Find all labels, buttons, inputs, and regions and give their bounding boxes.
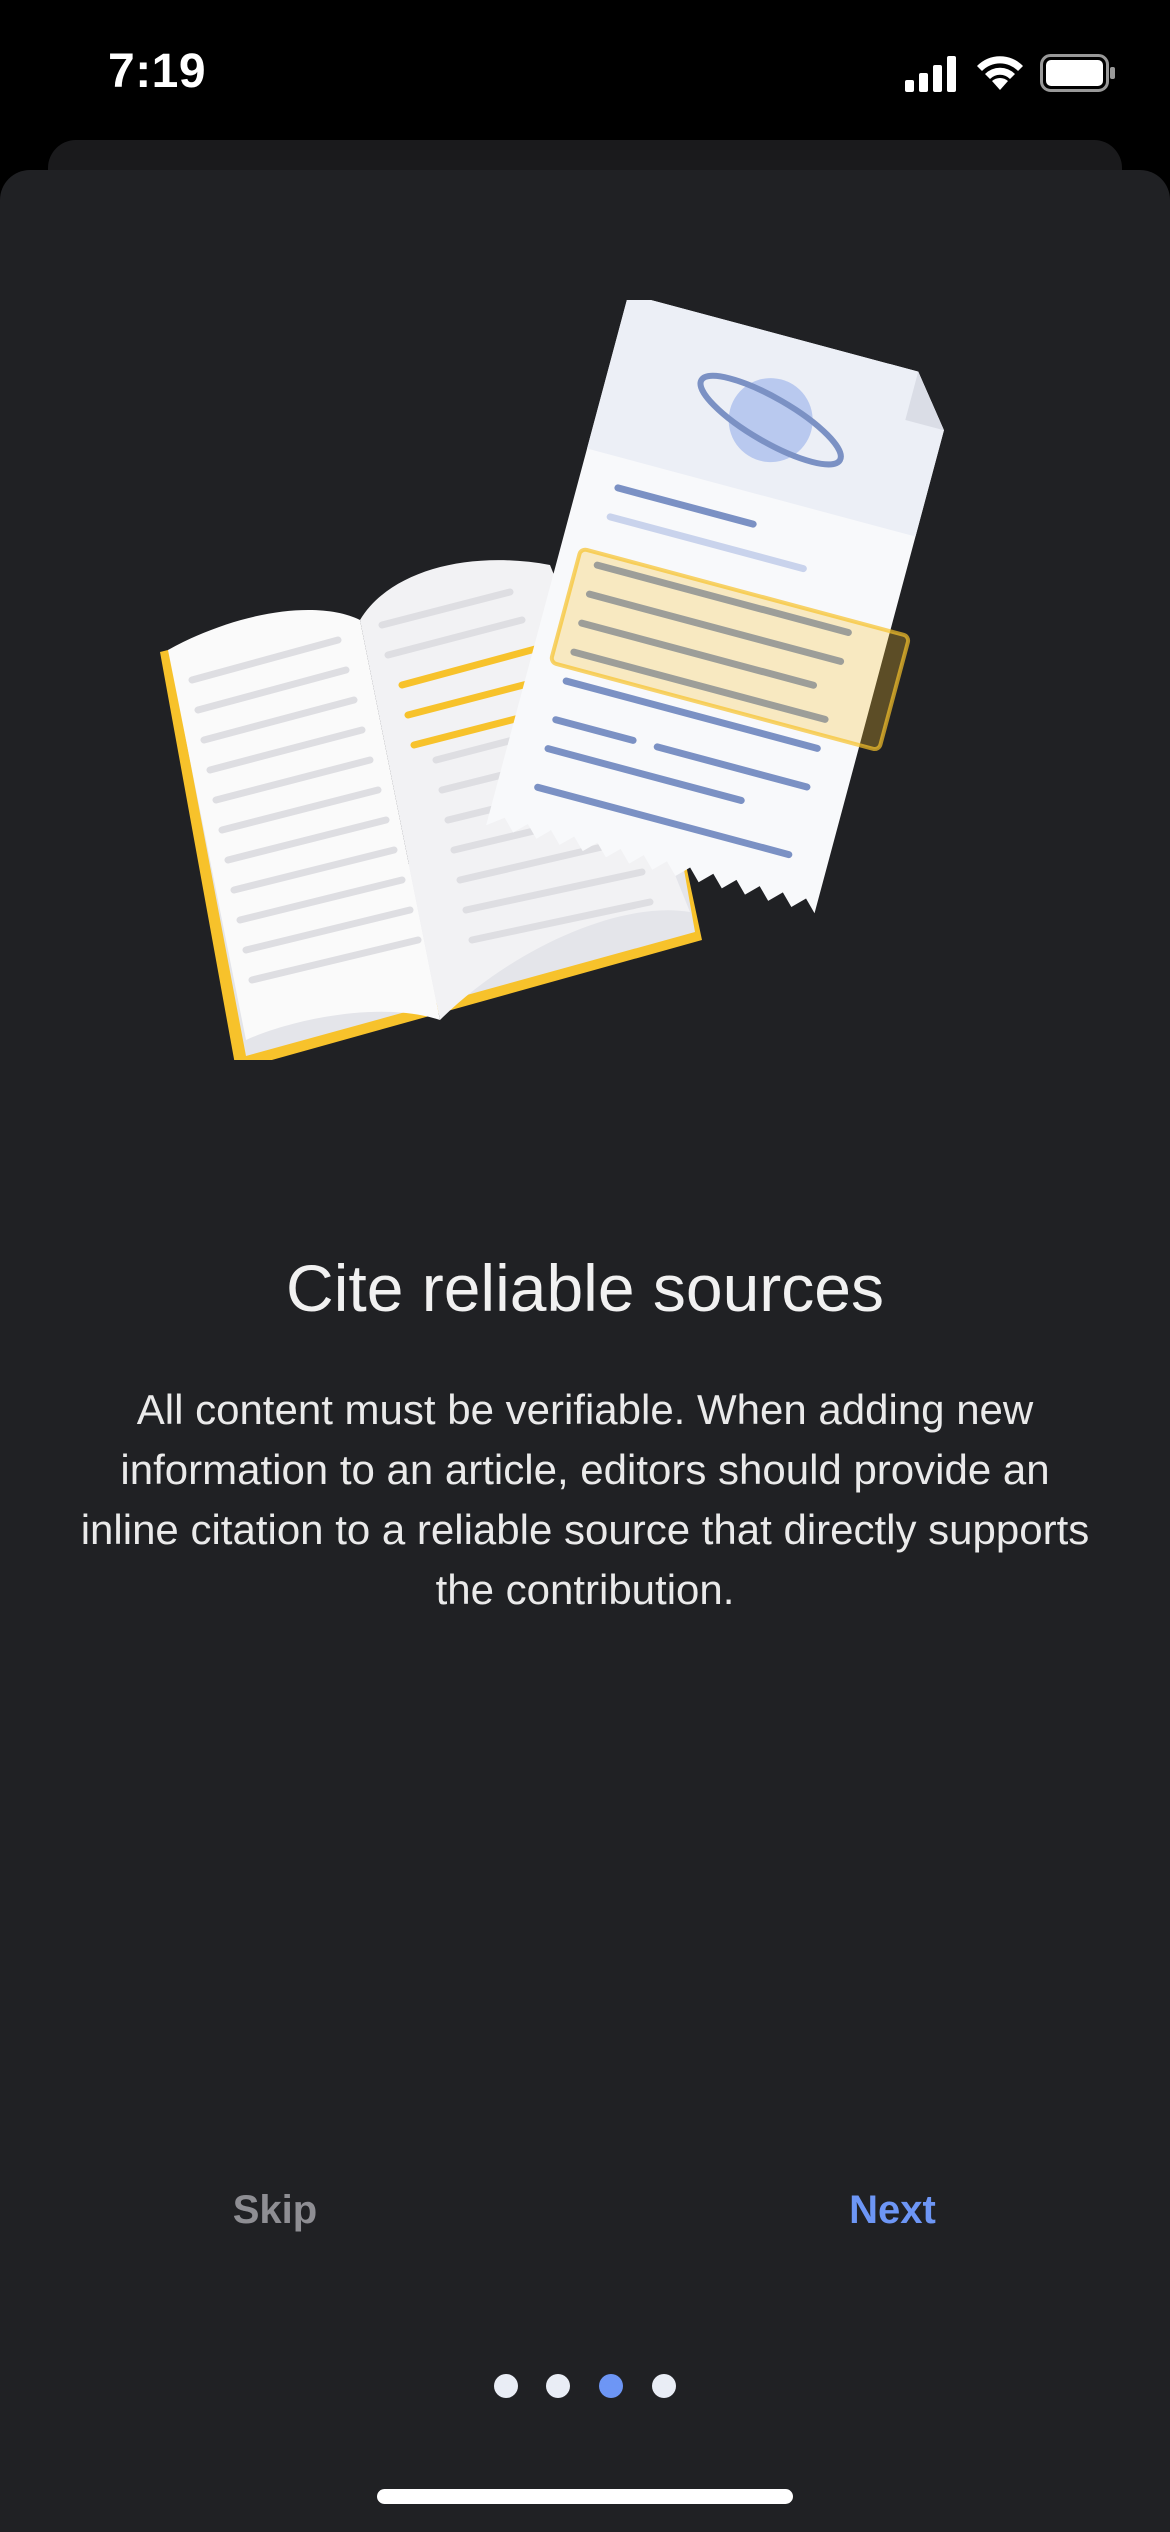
book-and-citation-illustration bbox=[160, 300, 944, 1060]
status-time: 7:19 bbox=[108, 45, 207, 98]
battery-icon bbox=[1040, 54, 1115, 92]
status-bar: 7:19 bbox=[0, 0, 1170, 140]
page-dot-3-active[interactable] bbox=[599, 2374, 623, 2398]
citation-document-icon bbox=[486, 300, 944, 914]
next-button[interactable]: Next bbox=[830, 2170, 955, 2250]
onboarding-title: Cite reliable sources bbox=[286, 1251, 884, 1325]
page-indicator[interactable] bbox=[488, 2374, 688, 2404]
skip-button[interactable]: Skip bbox=[215, 2170, 335, 2250]
page-dot-1[interactable] bbox=[494, 2374, 518, 2398]
onboarding-description: All content must be verifiable. When add… bbox=[80, 1386, 1090, 1613]
page-dot-4[interactable] bbox=[652, 2374, 676, 2398]
wifi-icon bbox=[977, 56, 1023, 90]
signal-icon bbox=[905, 56, 956, 92]
page-dot-2[interactable] bbox=[546, 2374, 570, 2398]
home-indicator[interactable] bbox=[377, 2489, 793, 2504]
